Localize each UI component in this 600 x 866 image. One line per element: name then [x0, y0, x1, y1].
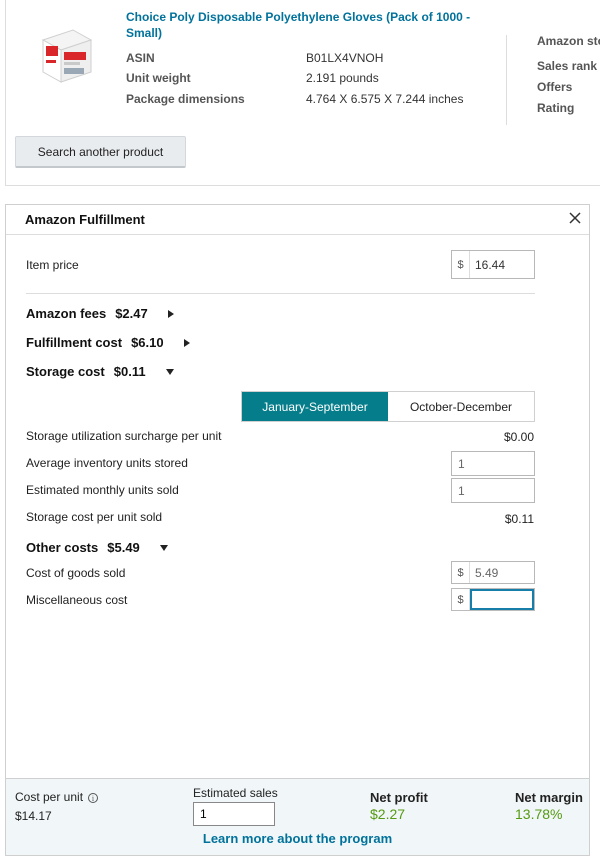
product-box-image	[41, 29, 93, 83]
cost-per-unit-label: Cost per unit	[15, 790, 84, 804]
close-icon	[569, 211, 581, 224]
estimated-sales-label: Estimated sales	[193, 786, 278, 800]
storage-cost-label: Storage cost	[26, 364, 105, 379]
tab-october-december[interactable]: October-December	[388, 392, 534, 421]
summary-footer: Cost per unit i $14.17 Estimated sales Ne…	[5, 778, 590, 856]
close-button[interactable]	[566, 210, 584, 228]
other-costs-toggle[interactable]: Other costs $5.49	[26, 540, 168, 555]
storage-cost-toggle[interactable]: Storage cost $0.11	[26, 364, 174, 379]
fulfillment-cost-label: Fulfillment cost	[26, 335, 123, 350]
currency-symbol: $	[452, 589, 470, 610]
cogs-input[interactable]	[470, 562, 534, 583]
offers-label: Offers	[537, 80, 573, 94]
item-price-input[interactable]	[470, 251, 534, 278]
other-costs-amount: $5.49	[107, 540, 140, 555]
monthly-units-sold-label: Estimated monthly units sold	[26, 483, 179, 497]
tab-january-september[interactable]: January-September	[242, 392, 388, 421]
currency-symbol: $	[452, 251, 470, 278]
estimated-sales-input[interactable]	[193, 802, 275, 826]
info-icon[interactable]: i	[88, 793, 99, 803]
monthly-units-sold-input[interactable]	[451, 478, 535, 503]
collapse-triangle-icon	[165, 368, 174, 375]
cogs-field: $	[451, 561, 535, 584]
asin-label: ASIN	[126, 51, 155, 65]
product-thumbnail	[33, 22, 99, 88]
misc-cost-input[interactable]	[470, 589, 534, 610]
panel-header: Amazon Fulfillment	[6, 205, 589, 235]
unit-weight-label: Unit weight	[126, 71, 191, 85]
item-price-label: Item price	[26, 258, 79, 272]
net-margin-label: Net margin	[515, 790, 583, 805]
package-dimensions-value: 4.764 X 6.575 X 7.244 inches	[306, 92, 464, 106]
storage-cost-per-unit-value: $0.11	[504, 512, 534, 526]
collapse-triangle-icon	[159, 544, 168, 551]
unit-weight-value: 2.191 pounds	[306, 71, 379, 85]
storage-cost-amount: $0.11	[113, 364, 146, 379]
expand-triangle-icon	[183, 338, 190, 347]
cost-per-unit-label-row: Cost per unit i	[15, 790, 99, 804]
amazon-fulfillment-panel: Amazon Fulfillment Item price $ Amazon f…	[5, 204, 590, 856]
storage-surcharge-value: $0.00	[503, 430, 534, 444]
storage-surcharge-label: Storage utilization surcharge per unit	[26, 429, 222, 443]
asin-value: B01LX4VNOH	[306, 51, 384, 65]
currency-symbol: $	[452, 562, 470, 583]
fulfillment-cost-toggle[interactable]: Fulfillment cost $6.10	[26, 335, 190, 350]
expand-triangle-icon	[167, 309, 174, 318]
product-title[interactable]: Choice Poly Disposable Polyethylene Glov…	[126, 9, 476, 41]
amazon-fees-amount: $2.47	[115, 306, 148, 321]
sales-rank-label: Sales rank	[537, 59, 598, 73]
fulfillment-cost-amount: $6.10	[131, 335, 164, 350]
item-price-field: $	[451, 250, 535, 279]
rating-label: Rating	[537, 101, 575, 115]
vertical-divider	[506, 35, 507, 125]
net-margin-value: 13.78%	[515, 806, 563, 822]
misc-cost-field: $	[451, 588, 535, 611]
avg-inventory-input[interactable]	[451, 451, 535, 476]
net-profit-label: Net profit	[370, 790, 428, 805]
cogs-label: Cost of goods sold	[26, 566, 126, 580]
other-costs-label: Other costs	[26, 540, 99, 555]
avg-inventory-label: Average inventory units stored	[26, 456, 188, 470]
amazon-store-label: Amazon sto	[537, 34, 600, 48]
panel-title: Amazon Fulfillment	[25, 212, 145, 227]
cost-per-unit-value: $14.17	[15, 809, 52, 823]
amazon-fees-toggle[interactable]: Amazon fees $2.47	[26, 306, 174, 321]
divider	[26, 293, 535, 294]
search-another-product-button[interactable]: Search another product	[15, 136, 186, 168]
package-dimensions-label: Package dimensions	[126, 92, 245, 106]
net-profit-value: $2.27	[370, 806, 406, 822]
learn-more-link[interactable]: Learn more about the program	[6, 831, 589, 846]
amazon-fees-label: Amazon fees	[26, 306, 107, 321]
misc-cost-label: Miscellaneous cost	[26, 593, 128, 607]
product-card: Choice Poly Disposable Polyethylene Glov…	[5, 0, 600, 186]
season-tabs: January-September October-December	[241, 391, 535, 422]
storage-cost-per-unit-label: Storage cost per unit sold	[26, 510, 163, 524]
